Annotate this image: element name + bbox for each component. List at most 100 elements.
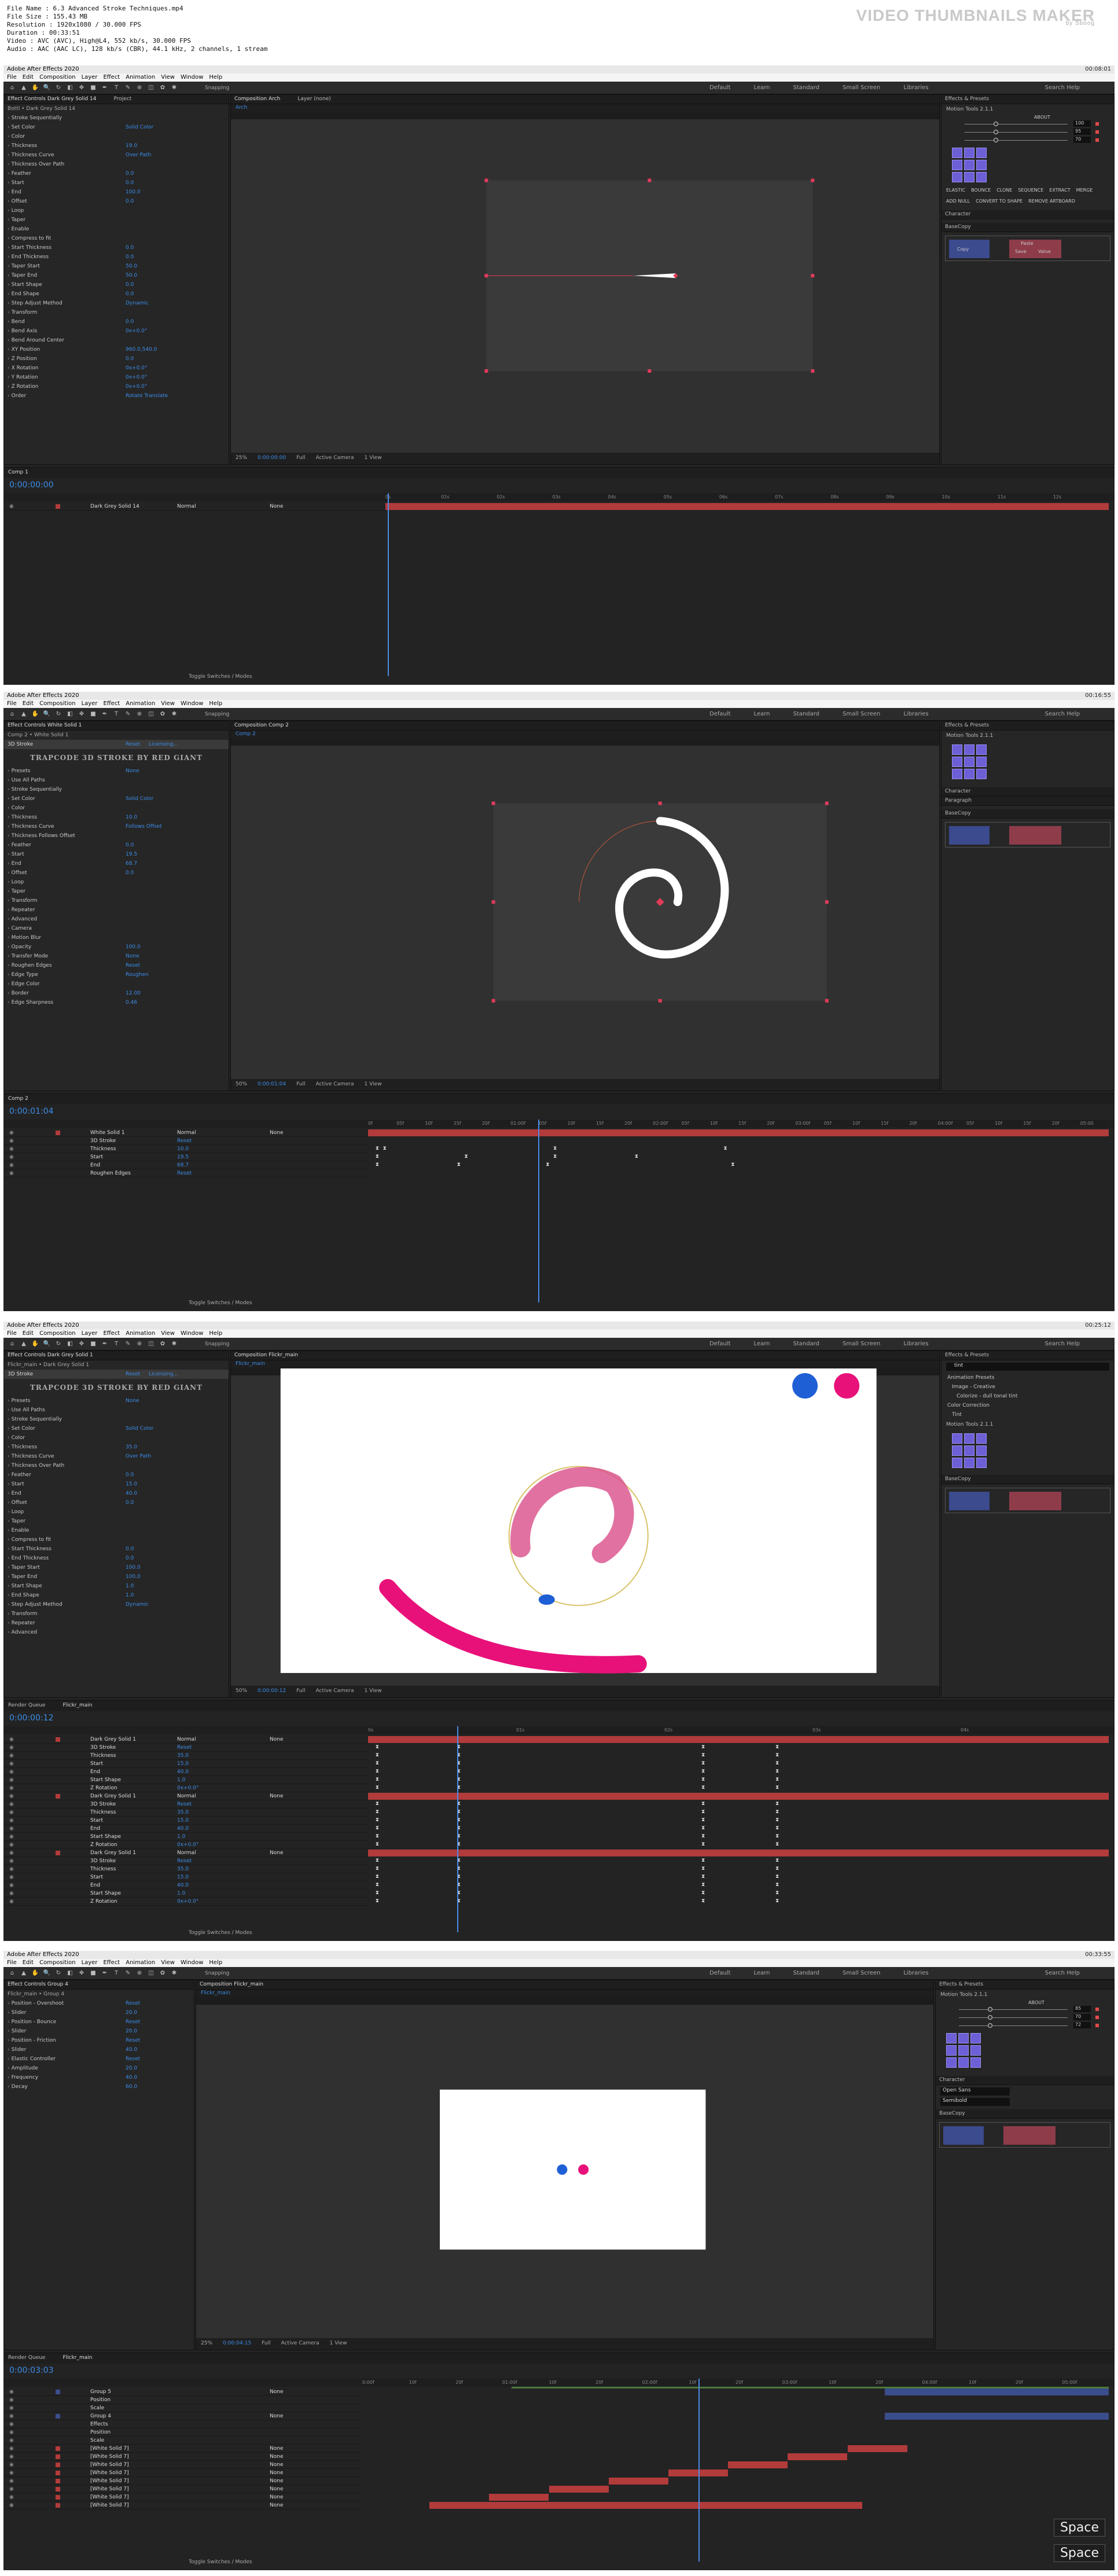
property-value[interactable]: Solid Color (126, 1424, 153, 1433)
effects-presets-header[interactable]: Effects & Presets (942, 1351, 1114, 1360)
keyframe-icon[interactable]: ⧗ (775, 1858, 779, 1863)
anchor-point-button[interactable] (976, 757, 987, 767)
resolution-dropdown[interactable]: Full (296, 1081, 305, 1088)
effect-property-row[interactable]: › Elastic Controller Reset (4, 2054, 194, 2064)
puppet-pin-icon[interactable]: ✱ (170, 1969, 178, 1977)
workspace-default[interactable]: Default (709, 85, 731, 91)
effects-presets-header[interactable]: Effects & Presets (942, 721, 1114, 731)
menu-item-edit[interactable]: Edit (23, 700, 34, 707)
layer-duration-bar[interactable] (885, 2413, 1109, 2420)
effect-property-row[interactable]: › Loop (4, 1507, 229, 1517)
anchor-point-button[interactable] (946, 2033, 957, 2043)
anchor-point-button[interactable] (952, 1445, 962, 1456)
keyframe-icon[interactable]: ⧗ (731, 1162, 735, 1168)
layer-name[interactable]: Start (90, 1817, 103, 1825)
rectangle-tool-icon[interactable]: ■ (89, 1969, 97, 1977)
property-value[interactable]: 0.0 (126, 1554, 134, 1563)
selection-tool-icon[interactable]: ▲ (20, 710, 28, 718)
property-value[interactable]: 0.0 (126, 280, 134, 289)
layer-name[interactable]: [White Solid 7] (90, 2485, 129, 2493)
keyframe-icon[interactable]: ⧗ (701, 1761, 705, 1766)
twirl-arrow-icon[interactable]: › (8, 861, 10, 867)
twirl-arrow-icon[interactable]: › (8, 1500, 10, 1506)
layer-row[interactable]: ◉ Scale (3, 2436, 362, 2445)
roto-brush-icon[interactable]: ✿ (159, 84, 167, 92)
layer-duration-bar[interactable] (429, 2502, 863, 2509)
twirl-arrow-icon[interactable]: › (8, 935, 10, 941)
keyframe-icon[interactable]: ⧗ (775, 1874, 779, 1880)
property-value[interactable]: 0x+0.0° (126, 364, 147, 373)
keyframe-icon[interactable]: ⧗ (775, 1834, 779, 1839)
layer-name[interactable]: Thickness (90, 1865, 116, 1873)
layer-duration-bar[interactable] (368, 1793, 1109, 1800)
twirl-arrow-icon[interactable]: › (8, 300, 10, 306)
label-color-swatch[interactable] (56, 2414, 60, 2419)
property-value[interactable]: 0.0 (126, 1498, 134, 1507)
layer-name[interactable]: [White Solid 7] (90, 2453, 129, 2461)
view-layout-dropdown[interactable]: 1 View (365, 1688, 382, 1695)
keyframe-icon[interactable]: ⧗ (376, 1154, 380, 1159)
layer-name[interactable]: End (90, 1768, 100, 1776)
menu-item-layer[interactable]: Layer (82, 700, 98, 707)
effect-property-row[interactable]: › Border 12.00 (4, 989, 229, 998)
property-row[interactable]: ◉ End 68.7 (3, 1161, 368, 1169)
motion-tools-about-button[interactable]: ABOUT (1034, 115, 1114, 120)
effect-property-row[interactable]: › Motion Blur (4, 933, 229, 942)
effect-property-row[interactable]: › Enable (4, 1526, 229, 1535)
view-layout-dropdown[interactable]: 1 View (365, 455, 382, 462)
rectangle-tool-icon[interactable]: ■ (89, 84, 97, 92)
twirl-arrow-icon[interactable]: › (8, 124, 10, 130)
visibility-eye-icon[interactable]: ◉ (9, 1810, 14, 1815)
layer-tab[interactable]: Layer (none) (297, 96, 330, 102)
anchor-point-button[interactable] (964, 1445, 974, 1456)
comp-name-crumb[interactable]: Arch (231, 104, 939, 112)
layer-name[interactable]: Start Shape (90, 1833, 121, 1841)
property-value[interactable]: Reset (126, 2054, 140, 2064)
twirl-arrow-icon[interactable]: › (8, 1583, 10, 1589)
anchor-point-button[interactable] (964, 148, 974, 158)
property-value[interactable]: Dynamic (126, 1600, 149, 1609)
render-queue-tab[interactable]: Render Queue (8, 1702, 45, 1708)
effect-property-row[interactable]: › Edge Type Roughen (4, 970, 229, 979)
layer-name[interactable]: Start (90, 1153, 103, 1161)
puppet-pin-icon[interactable]: ✱ (170, 1340, 178, 1348)
layer-row[interactable]: ◉ Dark Grey Solid 1 Normal None (3, 1849, 368, 1857)
layer-duration-bar[interactable] (728, 2461, 788, 2468)
effect-property-row[interactable]: › Transform (4, 1609, 229, 1619)
effect-property-row[interactable]: › Loop (4, 878, 229, 887)
anchor-point-button[interactable] (952, 148, 962, 158)
parent-dropdown[interactable]: None (270, 2445, 283, 2453)
keyframe-icon[interactable]: ⧗ (723, 1146, 727, 1151)
twirl-arrow-icon[interactable]: › (8, 2084, 10, 2090)
property-value[interactable]: 0.0 (126, 1544, 134, 1554)
layer-name[interactable]: Thickness (90, 1808, 116, 1817)
property-value[interactable]: 40.0 (177, 1825, 189, 1833)
composition-tab[interactable]: Composition Comp 2 (234, 722, 289, 728)
resolution-dropdown[interactable]: Full (296, 455, 305, 462)
camera-tool-icon[interactable]: ◧ (66, 1969, 74, 1977)
keyframe-icon[interactable]: ⧗ (376, 1785, 380, 1790)
type-tool-icon[interactable]: T (112, 1340, 120, 1348)
twirl-arrow-icon[interactable]: › (8, 879, 10, 885)
effect-property-row[interactable]: › X Rotation 0x+0.0° (4, 364, 229, 373)
twirl-arrow-icon[interactable]: › (8, 236, 10, 241)
slider-value[interactable]: 100 (1073, 120, 1091, 127)
home-icon[interactable]: ⌂ (8, 1969, 16, 1977)
type-tool-icon[interactable]: T (112, 710, 120, 718)
parent-dropdown[interactable]: None (270, 2485, 283, 2493)
keyframe-icon[interactable]: ⧗ (775, 1891, 779, 1896)
property-value[interactable]: 15.0 (177, 1760, 189, 1768)
workspace-small-screen[interactable]: Small Screen (843, 711, 880, 717)
twirl-arrow-icon[interactable]: › (8, 226, 10, 232)
layer-duration-bar[interactable] (385, 503, 1109, 510)
clone-stamp-icon[interactable]: ⊕ (135, 1969, 144, 1977)
search-help-field[interactable]: Search Help (1045, 711, 1080, 717)
layer-duration-bar[interactable] (788, 2453, 848, 2460)
effect-property-row[interactable]: › Enable (4, 225, 229, 234)
camera-tool-icon[interactable]: ◧ (66, 710, 74, 718)
property-value[interactable]: Reset (126, 961, 140, 970)
property-value[interactable]: 15.0 (126, 1480, 137, 1489)
twirl-arrow-icon[interactable]: › (8, 245, 10, 251)
keyframe-icon[interactable]: ⧗ (376, 1874, 380, 1880)
visibility-eye-icon[interactable]: ◉ (9, 1891, 14, 1896)
